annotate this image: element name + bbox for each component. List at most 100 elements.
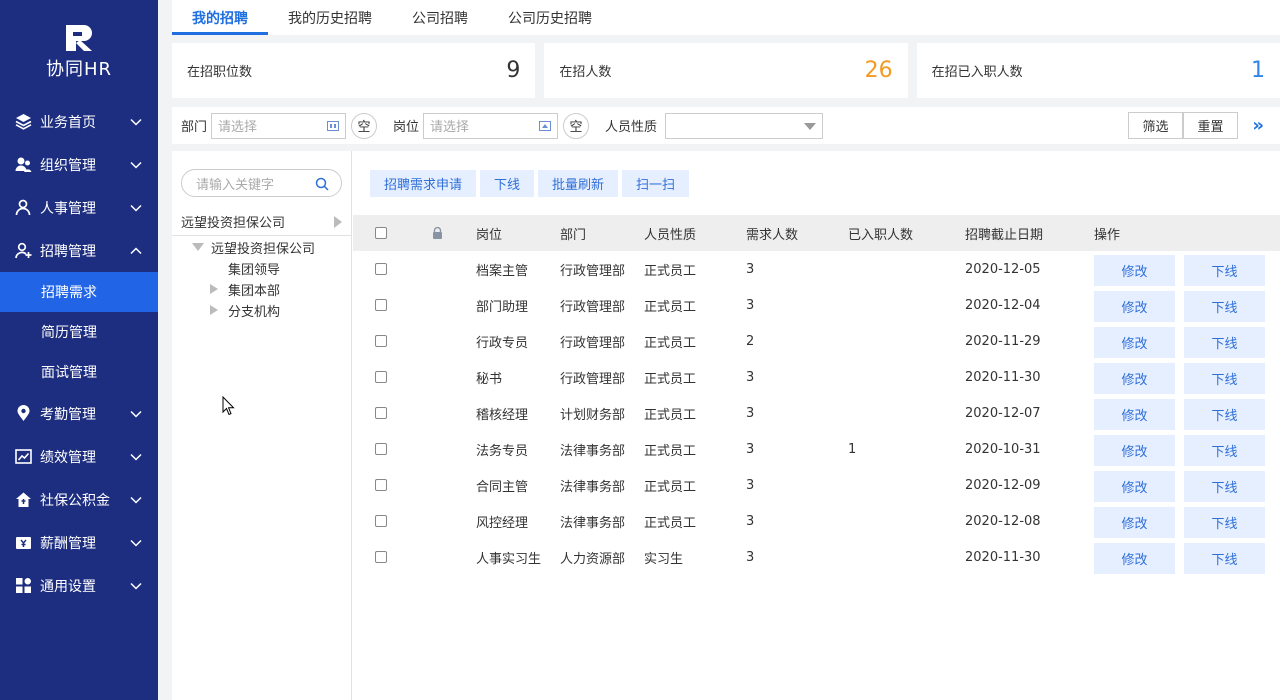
sidebar-item-6[interactable]: 社保公积金	[0, 478, 158, 521]
edit-button[interactable]: 修改	[1094, 327, 1175, 358]
cell-demand: 3	[746, 369, 755, 385]
tree-node[interactable]: 集团领导	[228, 258, 280, 278]
header-post: 岗位	[476, 227, 503, 243]
table-header: 岗位 部门 人员性质 需求人数 已入职人数 招聘截止日期 操作	[353, 215, 1280, 251]
nature-dropdown[interactable]	[665, 112, 824, 139]
table-row[interactable]: 风控经理 法律事务部 正式员工 3 2020-12-08 修改 下线	[353, 503, 1280, 539]
batch-refresh-button[interactable]: 批量刷新	[538, 170, 619, 197]
offline-button[interactable]: 下线	[480, 170, 535, 197]
action-bar: 招聘需求申请 下线 批量刷新 扫一扫	[370, 170, 690, 197]
edit-button[interactable]: 修改	[1094, 363, 1175, 394]
edit-button[interactable]: 修改	[1094, 471, 1175, 502]
sidebar-item-label: 考勤管理	[40, 406, 96, 423]
submenu-item-0[interactable]: 招聘需求	[0, 272, 158, 312]
cell-nature: 正式员工	[644, 371, 697, 387]
tree-search-input[interactable]: 请输入关键字	[181, 169, 342, 197]
filter-button[interactable]: 筛选	[1128, 112, 1183, 139]
caret-down-icon[interactable]	[192, 243, 204, 251]
layers-icon	[14, 113, 32, 131]
lock-icon[interactable]	[432, 227, 443, 239]
cell-post: 风控经理	[476, 515, 529, 531]
table-row[interactable]: 行政专员 行政管理部 正式员工 2 2020-11-29 修改 下线	[353, 323, 1280, 359]
tree-node-label: 集团领导	[228, 262, 281, 278]
stat-card-1: 在招人数 26	[544, 43, 908, 98]
table-row[interactable]: 秘书 行政管理部 正式员工 3 2020-11-30 修改 下线	[353, 359, 1280, 395]
tree-node[interactable]: 分支机构	[210, 300, 280, 320]
table-row[interactable]: 部门助理 行政管理部 正式员工 3 2020-12-04 修改 下线	[353, 287, 1280, 323]
edit-button[interactable]: 修改	[1094, 435, 1175, 466]
row-offline-button[interactable]: 下线	[1184, 507, 1265, 538]
sidebar: 协同HR 业务首页 组织管理 人事管理 招聘管理 招聘需求 简历管理 面试管理 考勤管理 绩效管…	[0, 0, 158, 700]
search-icon[interactable]	[315, 177, 329, 191]
table-row[interactable]: 人事实习生 人力资源部 实习生 3 2020-11-30 修改 下线	[353, 539, 1280, 575]
sidebar-item-3[interactable]: 招聘管理	[0, 229, 158, 272]
stat-value: 9	[506, 58, 521, 83]
submenu-item-1[interactable]: 简历管理	[0, 312, 158, 352]
caret-right-icon[interactable]	[210, 305, 218, 315]
tree-node[interactable]: 集团本部	[210, 279, 280, 299]
row-checkbox[interactable]	[375, 335, 387, 347]
tab-1[interactable]: 我的历史招聘	[268, 0, 392, 35]
row-offline-button[interactable]: 下线	[1184, 435, 1265, 466]
caret-right-icon[interactable]	[210, 284, 218, 294]
row-checkbox-cell	[375, 395, 387, 431]
tab-2[interactable]: 公司招聘	[392, 0, 488, 35]
row-offline-button[interactable]: 下线	[1184, 399, 1265, 430]
edit-button[interactable]: 修改	[1094, 291, 1175, 322]
tree-company-selector[interactable]: 远望投资担保公司	[172, 207, 352, 236]
table-row[interactable]: 合同主管 法律事务部 正式员工 3 2020-12-09 修改 下线	[353, 467, 1280, 503]
edit-button[interactable]: 修改	[1094, 543, 1175, 574]
row-checkbox[interactable]	[375, 443, 387, 455]
tree-node[interactable]: 远望投资担保公司	[192, 237, 315, 257]
dept-clear-button[interactable]: 空	[351, 112, 378, 139]
row-checkbox[interactable]	[375, 263, 387, 275]
tab-3[interactable]: 公司历史招聘	[488, 0, 612, 35]
row-checkbox[interactable]	[375, 551, 387, 563]
table-row[interactable]: 法务专员 法律事务部 正式员工 3 1 2020-10-31 修改 下线	[353, 431, 1280, 467]
sidebar-item-label: 绩效管理	[40, 449, 96, 466]
dept-select[interactable]: 请选择	[211, 112, 347, 139]
cell-dept: 法律事务部	[560, 479, 626, 495]
edit-button[interactable]: 修改	[1094, 255, 1175, 286]
post-clear-button[interactable]: 空	[563, 112, 590, 139]
scan-button[interactable]: 扫一扫	[622, 170, 690, 197]
table-row[interactable]: 档案主管 行政管理部 正式员工 3 2020-12-05 修改 下线	[353, 251, 1280, 287]
row-offline-button[interactable]: 下线	[1184, 471, 1265, 502]
apply-recruitment-button[interactable]: 招聘需求申请	[370, 170, 477, 197]
row-offline-button[interactable]: 下线	[1184, 363, 1265, 394]
row-checkbox[interactable]	[375, 479, 387, 491]
tree-root-label: 远望投资担保公司	[181, 215, 286, 231]
cell-deadline: 2020-12-07	[965, 405, 1041, 421]
sidebar-item-7[interactable]: 薪酬管理	[0, 521, 158, 564]
row-offline-button[interactable]: 下线	[1184, 255, 1265, 286]
row-offline-button[interactable]: 下线	[1184, 543, 1265, 574]
sidebar-item-2[interactable]: 人事管理	[0, 186, 158, 229]
sidebar-item-label: 业务首页	[40, 114, 96, 131]
sidebar-item-1[interactable]: 组织管理	[0, 143, 158, 186]
sidebar-item-5[interactable]: 绩效管理	[0, 435, 158, 478]
submenu-item-2[interactable]: 面试管理	[0, 352, 158, 392]
reset-button[interactable]: 重置	[1183, 112, 1238, 139]
org-icon	[14, 156, 32, 174]
row-offline-button[interactable]: 下线	[1184, 291, 1265, 322]
select-all-checkbox[interactable]	[375, 227, 387, 239]
row-offline-button[interactable]: 下线	[1184, 327, 1265, 358]
row-checkbox[interactable]	[375, 407, 387, 419]
row-checkbox[interactable]	[375, 371, 387, 383]
edit-button[interactable]: 修改	[1094, 399, 1175, 430]
row-checkbox-cell	[375, 539, 387, 575]
table-row[interactable]: 稽核经理 计划财务部 正式员工 3 2020-12-07 修改 下线	[353, 395, 1280, 431]
sidebar-item-0[interactable]: 业务首页	[0, 100, 158, 143]
tab-0[interactable]: 我的招聘	[172, 0, 268, 35]
row-checkbox[interactable]	[375, 299, 387, 311]
post-select[interactable]: 请选择	[423, 112, 559, 139]
sidebar-item-4[interactable]: 考勤管理	[0, 392, 158, 435]
edit-button[interactable]: 修改	[1094, 507, 1175, 538]
row-checkbox[interactable]	[375, 515, 387, 527]
expand-icon[interactable]: »	[1252, 115, 1264, 136]
sidebar-item-8[interactable]: 通用设置	[0, 564, 158, 607]
chevron-down-icon	[130, 161, 142, 169]
add-person-icon	[14, 242, 32, 260]
cell-nature: 正式员工	[644, 515, 697, 531]
cell-post: 部门助理	[476, 299, 529, 315]
